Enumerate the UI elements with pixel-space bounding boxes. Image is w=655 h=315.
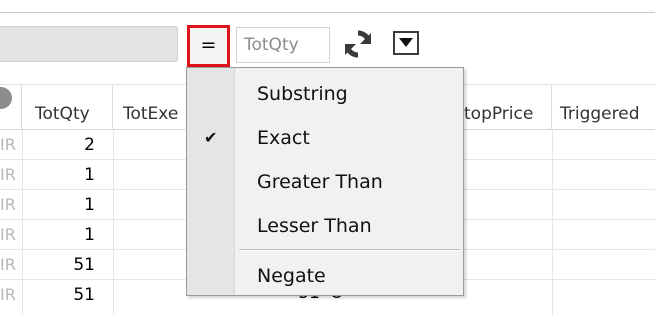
menu-item-substring[interactable]: Substring: [187, 73, 463, 113]
filter-text-box[interactable]: [0, 26, 178, 62]
column-dropdown-button[interactable]: [393, 31, 419, 55]
grid-header-stopprice[interactable]: topPrice: [464, 85, 552, 130]
menu-item-exact[interactable]: ✔ Exact: [187, 117, 463, 157]
menu-item-greater-than[interactable]: Greater Than: [187, 161, 463, 201]
cell-totqty: 2: [84, 135, 95, 155]
cell-totqty: 1: [84, 225, 95, 245]
cell-left: IR: [0, 195, 16, 214]
menu-item-label: Lesser Than: [257, 215, 372, 237]
menu-item-label: Greater Than: [257, 171, 383, 193]
menu-separator-highlight: [239, 250, 461, 251]
cell-totqty: 1: [84, 195, 95, 215]
grid-header-cell-partial[interactable]: [0, 85, 22, 130]
cell-left: IR: [0, 255, 16, 274]
grid-header-triggered[interactable]: Triggered: [552, 85, 655, 130]
refresh-icon[interactable]: [342, 28, 374, 60]
toolbar-top-border: [0, 12, 655, 13]
cell-totqty: 1: [84, 165, 95, 185]
cell-left: IR: [0, 165, 16, 184]
cell-left: IR: [0, 135, 16, 154]
cell-totqty: 51: [73, 255, 95, 275]
grid-header-totqty[interactable]: TotQty: [23, 85, 113, 130]
cell-totqty: 51: [73, 285, 95, 305]
menu-item-label: Substring: [257, 83, 348, 105]
menu-item-label: Exact: [257, 127, 310, 149]
filter-operator-label: =: [200, 34, 217, 56]
menu-item-lesser-than[interactable]: Lesser Than: [187, 205, 463, 245]
cell-left: IR: [0, 285, 16, 304]
menu-item-negate[interactable]: Negate: [187, 255, 463, 295]
cell-left: IR: [0, 225, 16, 244]
filter-column-input[interactable]: TotQty: [236, 27, 330, 63]
menu-item-label: Negate: [257, 265, 326, 287]
grid-header-totexe[interactable]: TotExe: [113, 85, 193, 130]
column-options-icon[interactable]: [0, 87, 12, 109]
dropdown-arrow-icon: [399, 38, 413, 47]
filter-operator-button[interactable]: =: [187, 25, 230, 67]
filter-operator-menu: Substring ✔ Exact Greater Than Lesser Th…: [186, 67, 464, 296]
checkmark-icon: ✔: [204, 128, 218, 147]
